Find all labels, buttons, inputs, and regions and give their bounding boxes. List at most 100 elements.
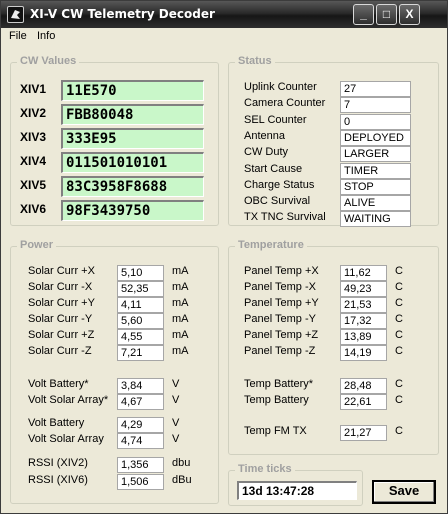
power-row-label: Volt Solar Array — [28, 433, 104, 445]
power-value-field: 4,67 — [117, 394, 164, 410]
maximize-button[interactable]: □ — [376, 4, 397, 25]
time-ticks-field: 13d 13:47:28 — [237, 481, 357, 500]
menu-file[interactable]: File — [9, 30, 27, 42]
temperature-value-field: 13,89 — [340, 329, 387, 345]
cw-row-label: XIV1 — [20, 82, 47, 96]
power-value-field: 7,21 — [117, 345, 164, 361]
power-unit-label: V — [172, 433, 180, 445]
minimize-button[interactable]: _ — [353, 4, 374, 25]
temperature-row-label: Temp FM TX — [244, 425, 307, 437]
power-value-field: 3,84 — [117, 378, 164, 394]
app-icon[interactable] — [7, 6, 24, 23]
temperature-unit-label: C — [395, 394, 403, 406]
temperature-value-field: 49,23 — [340, 281, 387, 297]
temperature-value-field: 22,61 — [340, 394, 387, 410]
cw-row-label: XIV4 — [20, 154, 47, 168]
power-row-label: Solar Curr +Z — [28, 329, 95, 341]
power-label: Power — [17, 239, 57, 251]
cw-row-label: XIV2 — [20, 106, 47, 120]
temperature-unit-label: C — [395, 313, 403, 325]
status-value-field: DEPLOYED — [340, 129, 411, 146]
main-window: XI-V CW Telemetry Decoder _ □ X File Inf… — [0, 0, 448, 514]
status-row-label: SEL Counter — [244, 113, 307, 126]
status-row-label: Uplink Counter — [244, 81, 317, 93]
status-row-label: CW Duty — [244, 146, 288, 159]
cw-value-field: 83C3958F8688 — [61, 176, 204, 197]
temperature-value-field: 17,32 — [340, 313, 387, 329]
cw-row-label: XIV3 — [20, 130, 47, 144]
power-unit-label: dbu — [172, 457, 191, 469]
power-unit-label: mA — [172, 265, 189, 277]
temperature-label: Temperature — [235, 239, 307, 251]
power-row-label: Volt Battery* — [28, 378, 89, 390]
power-row-label: Solar Curr -Z — [28, 345, 92, 357]
power-unit-label: V — [172, 378, 180, 390]
temperature-unit-label: C — [395, 425, 403, 437]
status-label: Status — [235, 55, 275, 67]
power-value-field: 52,35 — [117, 281, 164, 297]
power-row-label: Solar Curr -X — [28, 281, 93, 293]
power-value-field: 1,356 — [117, 457, 164, 473]
cw-value-field: 98F3439750 — [61, 200, 204, 221]
power-unit-label: V — [172, 417, 180, 429]
temperature-row-label: Panel Temp -Z — [244, 345, 316, 357]
title-bar[interactable]: XI-V CW Telemetry Decoder _ □ X — [1, 1, 447, 28]
power-row-label: RSSI (XIV2) — [28, 457, 88, 469]
status-row-label: Charge Status — [244, 178, 315, 191]
status-row-label: Start Cause — [244, 162, 303, 175]
power-row-label: Volt Battery — [28, 417, 85, 429]
temperature-row-label: Panel Temp -Y — [244, 313, 316, 325]
power-value-field: 4,55 — [117, 329, 164, 345]
temperature-unit-label: C — [395, 297, 403, 309]
power-unit-label: mA — [172, 297, 189, 309]
temperature-unit-label: C — [395, 281, 403, 293]
power-row-label: Solar Curr +Y — [28, 297, 95, 309]
status-value-field: 0 — [340, 113, 411, 130]
status-value-field: ALIVE — [340, 195, 411, 212]
temperature-row-label: Panel Temp +X — [244, 265, 319, 277]
temperature-unit-label: C — [395, 345, 403, 357]
cw-row-label: XIV5 — [20, 178, 47, 192]
close-button[interactable]: X — [399, 4, 420, 25]
power-value-field: 4,74 — [117, 433, 164, 449]
power-unit-label: dBu — [172, 474, 192, 486]
power-value-field: 4,11 — [117, 297, 164, 313]
temperature-row-label: Panel Temp -X — [244, 281, 316, 293]
status-value-field: 7 — [340, 97, 411, 114]
status-row-label: Antenna — [244, 129, 285, 142]
temperature-value-field: 11,62 — [340, 265, 387, 281]
status-value-field: 27 — [340, 81, 411, 97]
status-value-field: WAITING — [340, 211, 411, 228]
cw-value-field: 011501010101 — [61, 152, 204, 173]
power-value-field: 4,29 — [117, 417, 164, 433]
cw-value-field: FBB80048 — [61, 104, 204, 125]
status-value-field: STOP — [340, 178, 411, 195]
power-unit-label: mA — [172, 313, 189, 325]
power-row-label: Solar Curr -Y — [28, 313, 93, 325]
power-row-label: Solar Curr +X — [28, 265, 95, 277]
temperature-row-label: Panel Temp +Y — [244, 297, 319, 309]
cw-values-label: CW Values — [17, 55, 80, 67]
temperature-unit-label: C — [395, 329, 403, 341]
save-button[interactable]: Save — [372, 480, 436, 504]
temperature-value-field: 28,48 — [340, 378, 387, 394]
temperature-value-field: 14,19 — [340, 345, 387, 361]
temperature-value-field: 21,27 — [340, 425, 387, 441]
temperature-unit-label: C — [395, 265, 403, 277]
temperature-value-field: 21,53 — [340, 297, 387, 313]
power-value-field: 5,10 — [117, 265, 164, 281]
status-value-field: LARGER — [340, 146, 411, 163]
window-title: XI-V CW Telemetry Decoder — [30, 7, 215, 21]
power-row-label: Volt Solar Array* — [28, 394, 109, 406]
menu-bar: File Info — [1, 28, 447, 45]
power-unit-label: mA — [172, 281, 189, 293]
power-unit-label: V — [172, 394, 180, 406]
temperature-unit-label: C — [395, 378, 403, 390]
power-unit-label: mA — [172, 329, 189, 341]
menu-info[interactable]: Info — [37, 30, 55, 42]
cw-row-label: XIV6 — [20, 202, 47, 216]
status-row-label: TX TNC Survival — [244, 211, 326, 224]
temperature-row-label: Temp Battery* — [244, 378, 314, 390]
temperature-row-label: Temp Battery — [244, 394, 309, 406]
power-row-label: RSSI (XIV6) — [28, 474, 88, 486]
